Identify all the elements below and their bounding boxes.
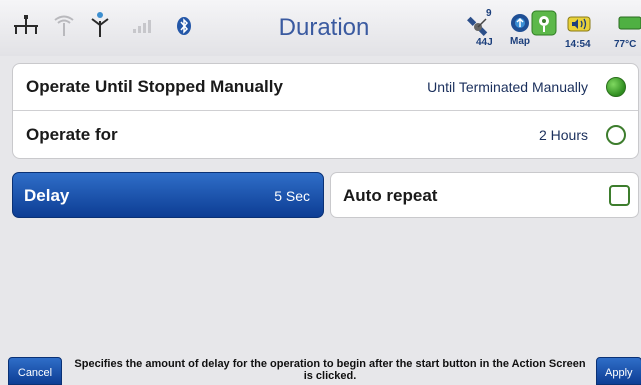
- auto-repeat-toggle[interactable]: Auto repeat: [330, 172, 639, 218]
- apply-button[interactable]: Apply: [596, 357, 641, 385]
- delay-button[interactable]: Delay 5 Sec: [12, 172, 324, 218]
- duration-options: Operate Until Stopped Manually Until Ter…: [12, 63, 639, 159]
- antenna-icon: [91, 12, 109, 37]
- battery-status: 77°C: [612, 10, 641, 52]
- bluetooth-icon: [177, 17, 191, 35]
- radio-unselected-icon[interactable]: [606, 125, 626, 145]
- option-value: 2 Hours: [538, 127, 588, 143]
- help-text: Specifies the amount of delay for the op…: [74, 358, 586, 382]
- temperature: 77°C: [614, 39, 637, 50]
- clock: 14:54: [565, 39, 591, 50]
- satellite-label: 44J: [476, 37, 493, 48]
- satellite-status[interactable]: 9 44J: [466, 8, 502, 51]
- auto-repeat-label: Auto repeat: [343, 186, 438, 205]
- volume-status[interactable]: 14:54: [563, 10, 607, 52]
- map-icon: [511, 14, 529, 32]
- delay-label: Delay: [24, 186, 70, 205]
- network-icon: [14, 15, 38, 34]
- signal-bars-icon: [133, 20, 151, 33]
- status-bar: Duration 9 44J Map 14:54 77°C: [0, 0, 641, 56]
- speaker-icon: [567, 16, 591, 32]
- option-operate-for[interactable]: Operate for 2 Hours: [13, 112, 638, 159]
- battery-icon: [618, 16, 641, 30]
- satellite-count: 9: [486, 8, 492, 19]
- delay-value: 5 Sec: [274, 188, 310, 204]
- option-label: Operate Until Stopped Manually: [26, 77, 283, 96]
- gps-location-icon[interactable]: [531, 10, 557, 36]
- radio-selected-icon[interactable]: [606, 77, 626, 97]
- option-operate-until-stopped[interactable]: Operate Until Stopped Manually Until Ter…: [13, 64, 638, 111]
- auto-repeat-checkbox[interactable]: [609, 185, 630, 206]
- map-label: Map: [510, 36, 530, 47]
- option-label: Operate for: [26, 125, 118, 144]
- option-value: Until Terminated Manually: [427, 79, 588, 95]
- wifi-icon: [54, 15, 74, 36]
- cancel-button[interactable]: Cancel: [8, 357, 62, 385]
- page-title: Duration: [278, 14, 370, 41]
